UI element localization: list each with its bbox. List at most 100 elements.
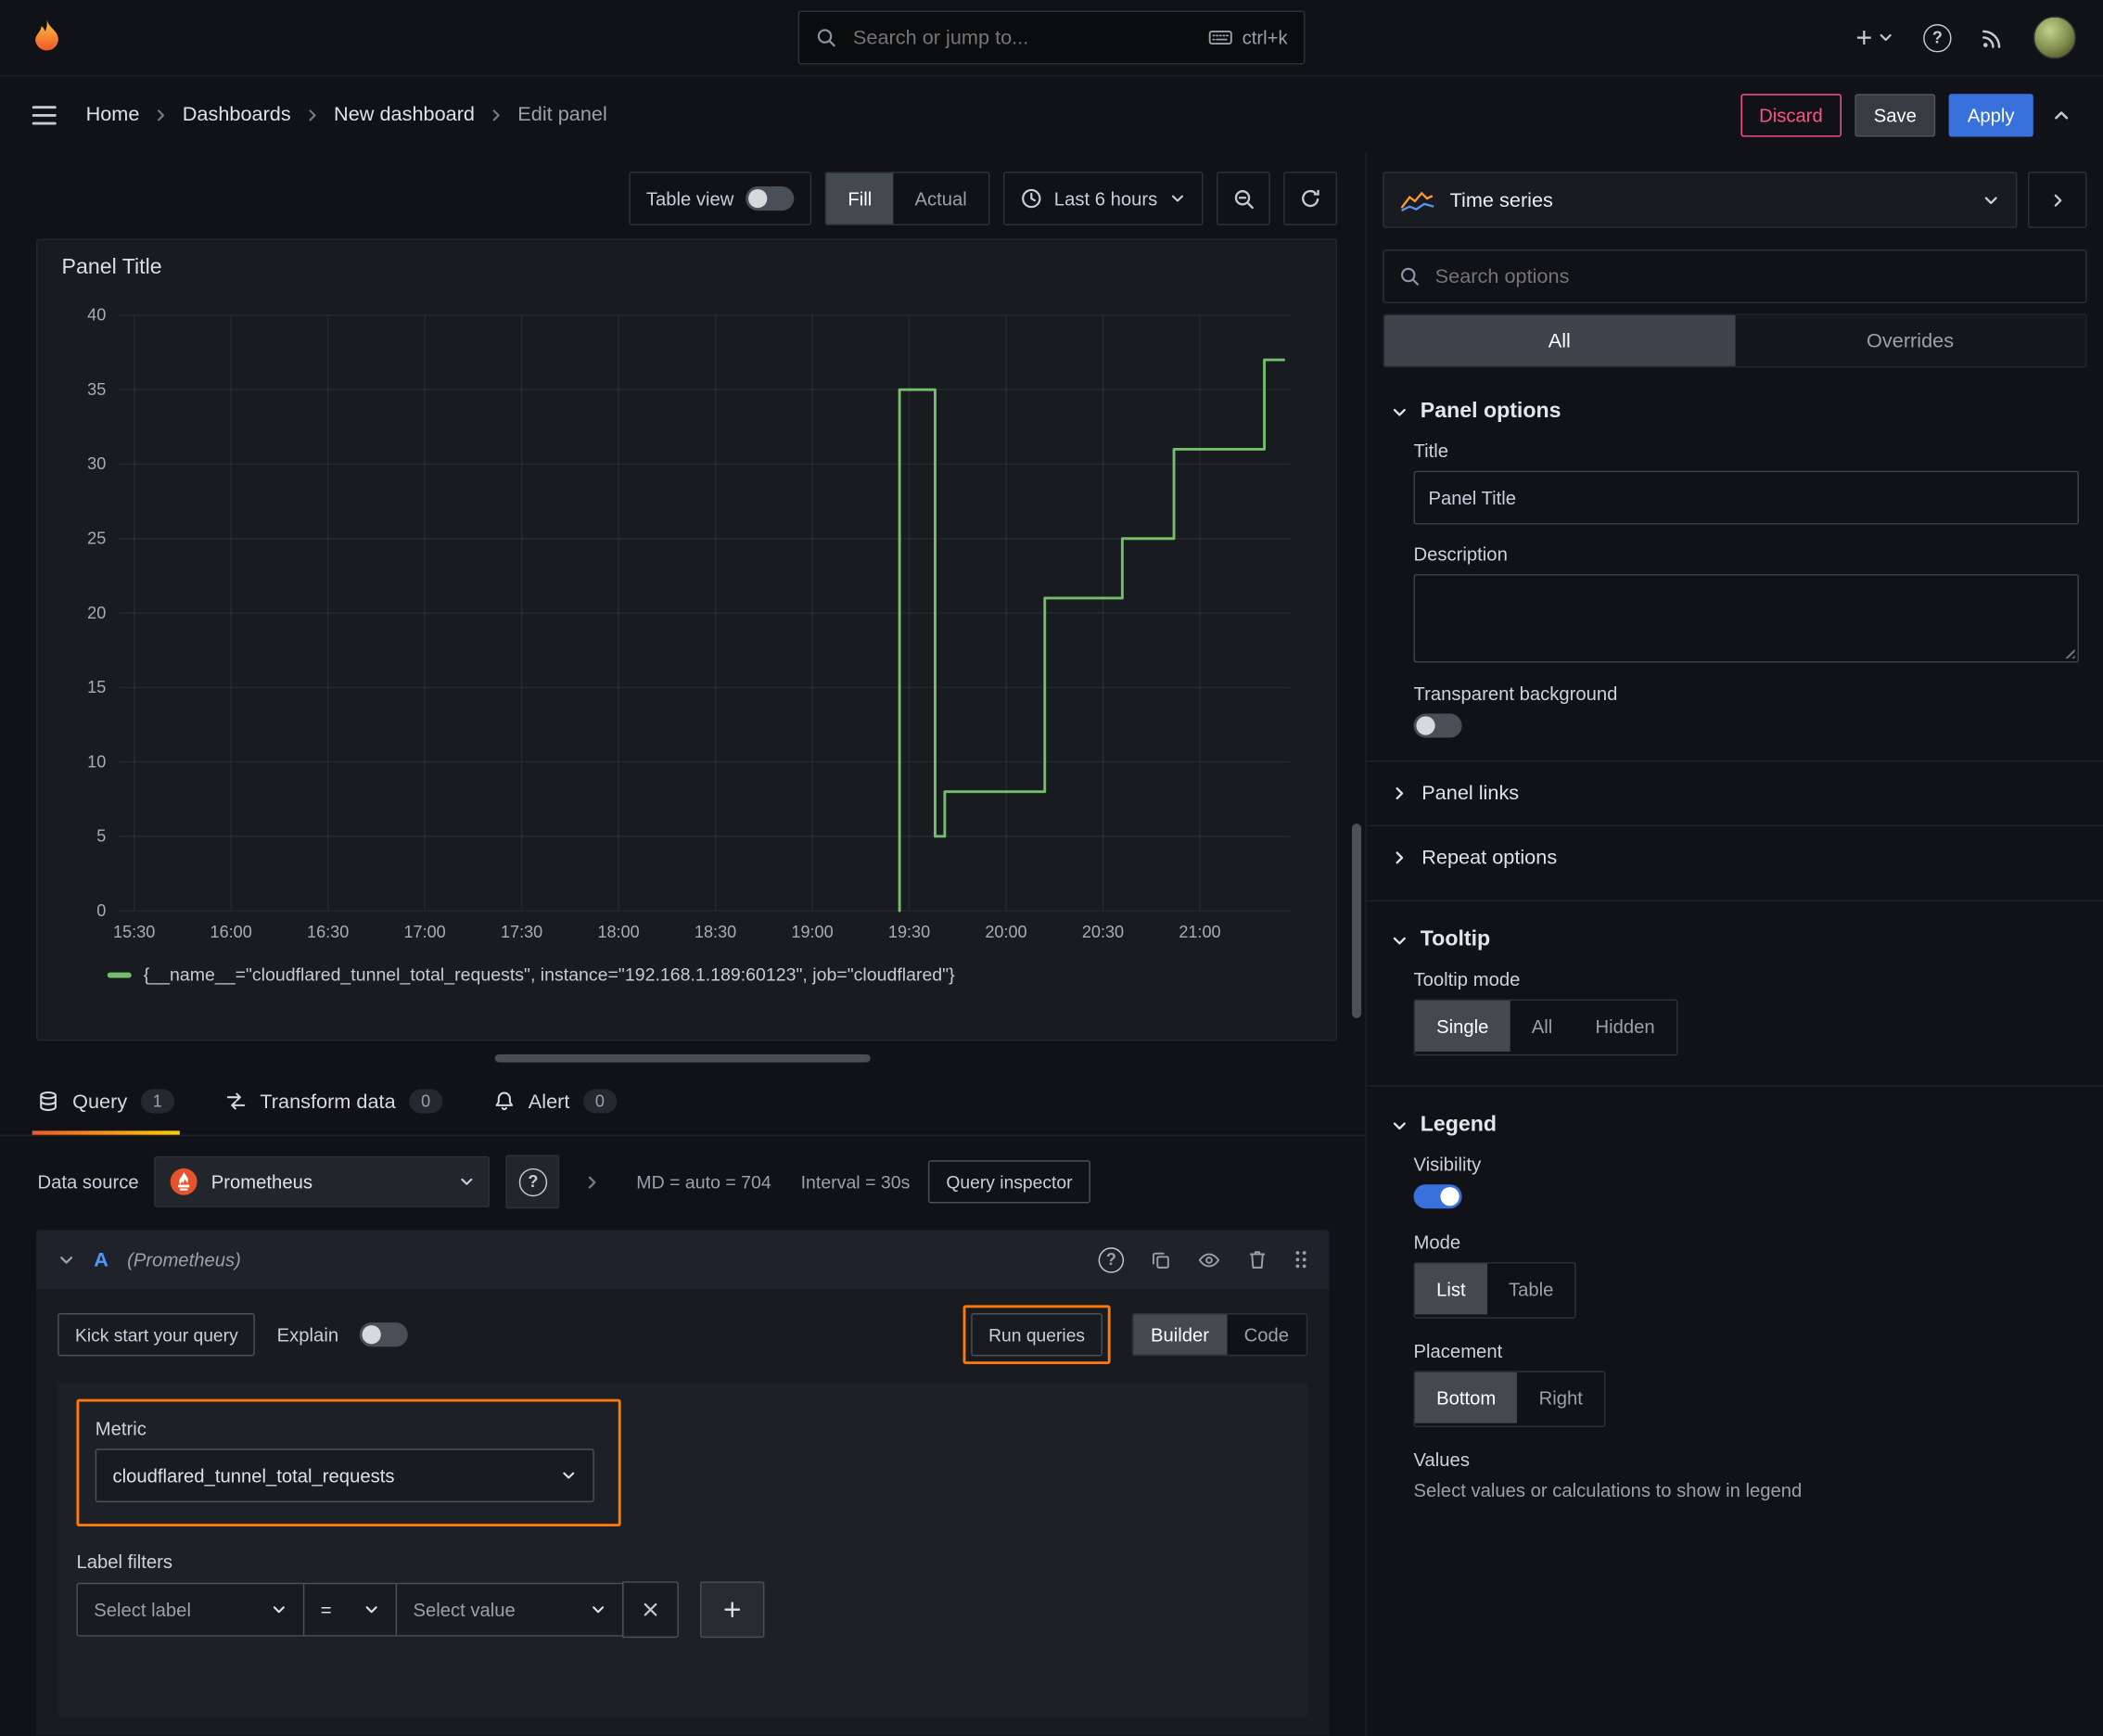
discard-button[interactable]: Discard — [1740, 93, 1842, 136]
table-view-toggle[interactable] — [746, 186, 795, 211]
visualization-picker[interactable]: Time series — [1383, 172, 2018, 228]
panel-title-input[interactable] — [1413, 470, 2079, 525]
legend-series-label[interactable]: {__name__="cloudflared_tunnel_total_requ… — [144, 964, 955, 985]
legend-right-option[interactable]: Right — [1517, 1372, 1604, 1423]
metric-select[interactable]: cloudflared_tunnel_total_requests — [95, 1449, 594, 1502]
grafana-logo[interactable] — [27, 18, 67, 57]
news-rss-icon[interactable] — [1981, 26, 2004, 49]
collapse-header-button[interactable] — [2046, 100, 2076, 130]
operator-dropdown[interactable]: = — [302, 1582, 398, 1637]
chevron-right-icon[interactable] — [584, 1173, 602, 1191]
options-tab-all[interactable]: All — [1383, 314, 1735, 366]
select-value-dropdown[interactable]: Select value — [395, 1582, 624, 1637]
transparent-bg-toggle[interactable] — [1413, 713, 1462, 738]
kick-start-button[interactable]: Kick start your query — [57, 1313, 256, 1357]
tab-transform-data[interactable]: Transform data 0 — [225, 1067, 443, 1134]
chevron-down-icon — [462, 1178, 474, 1185]
code-mode-option[interactable]: Code — [1227, 1315, 1306, 1355]
panel-links-section[interactable]: Panel links — [1366, 760, 2103, 824]
repeat-options-section[interactable]: Repeat options — [1366, 824, 2103, 889]
user-avatar[interactable] — [2033, 16, 2077, 59]
legend-bottom-option[interactable]: Bottom — [1414, 1372, 1518, 1423]
new-menu-button[interactable]: + — [1855, 23, 1893, 52]
legend-section-header[interactable]: Legend — [1367, 1087, 2103, 1146]
tab-alert[interactable]: Alert 0 — [493, 1067, 617, 1134]
query-help-icon[interactable]: ? — [1098, 1246, 1125, 1272]
bell-icon — [493, 1091, 515, 1112]
time-range-picker[interactable]: Last 6 hours — [1002, 172, 1204, 225]
tooltip-heading: Tooltip — [1420, 927, 1491, 951]
legend-mode-label: Mode — [1413, 1231, 1461, 1253]
tooltip-section-header[interactable]: Tooltip — [1367, 901, 2103, 961]
chart-legend: {__name__="cloudflared_tunnel_total_requ… — [54, 953, 1319, 985]
nav-bar: Home Dashboards New dashboard Edit panel… — [0, 76, 2103, 152]
datasource-name: Prometheus — [210, 1170, 312, 1193]
run-queries-button[interactable]: Run queries — [971, 1313, 1102, 1357]
panel-description-input[interactable] — [1413, 574, 2079, 663]
drag-handle-icon[interactable] — [1294, 1249, 1307, 1270]
tooltip-all-option[interactable]: All — [1510, 1001, 1574, 1052]
visualization-name: Time series — [1449, 188, 1553, 211]
duplicate-query-icon[interactable] — [1151, 1249, 1171, 1270]
breadcrumb-dashboards[interactable]: Dashboards — [183, 103, 291, 126]
datasource-picker[interactable]: Prometheus — [155, 1155, 491, 1207]
svg-text:17:30: 17:30 — [501, 923, 542, 941]
tooltip-single-option[interactable]: Single — [1414, 1001, 1510, 1052]
select-label-dropdown[interactable]: Select label — [76, 1582, 305, 1637]
panel-preview: Panel Title 0 5 10 15 20 25 30 35 40 15:30 16:00 16… — [36, 238, 1338, 1041]
operator-value: = — [320, 1599, 332, 1621]
fill-option[interactable]: Fill — [826, 172, 894, 224]
svg-text:15:30: 15:30 — [113, 923, 155, 941]
remove-filter-button[interactable] — [622, 1581, 679, 1639]
query-row: A (Prometheus) ? Kick start your query E… — [36, 1230, 1330, 1736]
global-search[interactable]: ctrl+k — [797, 10, 1306, 65]
svg-text:10: 10 — [87, 752, 106, 771]
query-row-header[interactable]: A (Prometheus) ? — [36, 1230, 1330, 1290]
add-filter-button[interactable] — [700, 1581, 765, 1639]
tooltip-mode-switch: Single All Hidden — [1413, 999, 1678, 1056]
legend-visibility-toggle[interactable] — [1413, 1184, 1462, 1209]
breadcrumb-new-dashboard[interactable]: New dashboard — [334, 103, 475, 126]
explain-toggle[interactable] — [360, 1322, 409, 1347]
query-toolbar: Kick start your query Explain Run querie… — [36, 1289, 1329, 1375]
refresh-button[interactable] — [1283, 172, 1338, 225]
panel-title[interactable]: Panel Title — [54, 250, 1319, 293]
query-inspector-button[interactable]: Query inspector — [928, 1160, 1090, 1204]
left-scrollbar[interactable] — [1352, 823, 1362, 1018]
plus-icon — [724, 1602, 741, 1618]
collapse-options-button[interactable] — [2028, 172, 2087, 228]
global-search-input[interactable] — [850, 24, 1195, 51]
legend-placement-label: Placement — [1413, 1339, 1503, 1362]
panel-options-header[interactable]: Panel options — [1367, 373, 2103, 432]
builder-mode-option[interactable]: Builder — [1133, 1314, 1227, 1355]
chevron-right-icon — [1396, 787, 1404, 800]
transform-icon — [225, 1091, 247, 1112]
save-button[interactable]: Save — [1854, 93, 1936, 136]
legend-table-option[interactable]: Table — [1487, 1264, 1575, 1315]
actual-option[interactable]: Actual — [893, 173, 988, 224]
options-search-input[interactable] — [1432, 263, 2071, 289]
legend-list-option[interactable]: List — [1414, 1263, 1487, 1315]
options-tab-overrides[interactable]: Overrides — [1734, 314, 2086, 366]
chevron-up-icon — [2055, 110, 2069, 119]
chevron-down-icon — [1984, 196, 1997, 204]
pane-resize-handle[interactable] — [494, 1053, 871, 1063]
run-queries-highlight: Run queries — [962, 1305, 1111, 1365]
label-filters-label: Label filters — [76, 1551, 173, 1573]
delete-query-icon[interactable] — [1247, 1249, 1268, 1270]
tab-query[interactable]: Query 1 — [32, 1067, 180, 1135]
time-series-chart: 0 5 10 15 20 25 30 35 40 15:30 16:00 16:30 17:00 17:3… — [87, 306, 1291, 941]
datasource-help-button[interactable]: ? — [506, 1155, 560, 1209]
svg-text:21:00: 21:00 — [1179, 923, 1220, 941]
menu-toggle-icon[interactable] — [27, 100, 62, 130]
apply-button[interactable]: Apply — [1948, 93, 2033, 136]
help-icon[interactable]: ? — [1923, 23, 1952, 52]
breadcrumb-home[interactable]: Home — [86, 103, 140, 126]
panel-options-heading: Panel options — [1420, 400, 1561, 423]
options-search[interactable] — [1383, 249, 2087, 303]
chevron-down-icon[interactable] — [57, 1251, 75, 1269]
tooltip-hidden-option[interactable]: Hidden — [1574, 1001, 1676, 1052]
zoom-out-button[interactable] — [1216, 172, 1270, 225]
svg-text:19:00: 19:00 — [791, 923, 833, 941]
toggle-visibility-icon[interactable] — [1198, 1249, 1221, 1270]
